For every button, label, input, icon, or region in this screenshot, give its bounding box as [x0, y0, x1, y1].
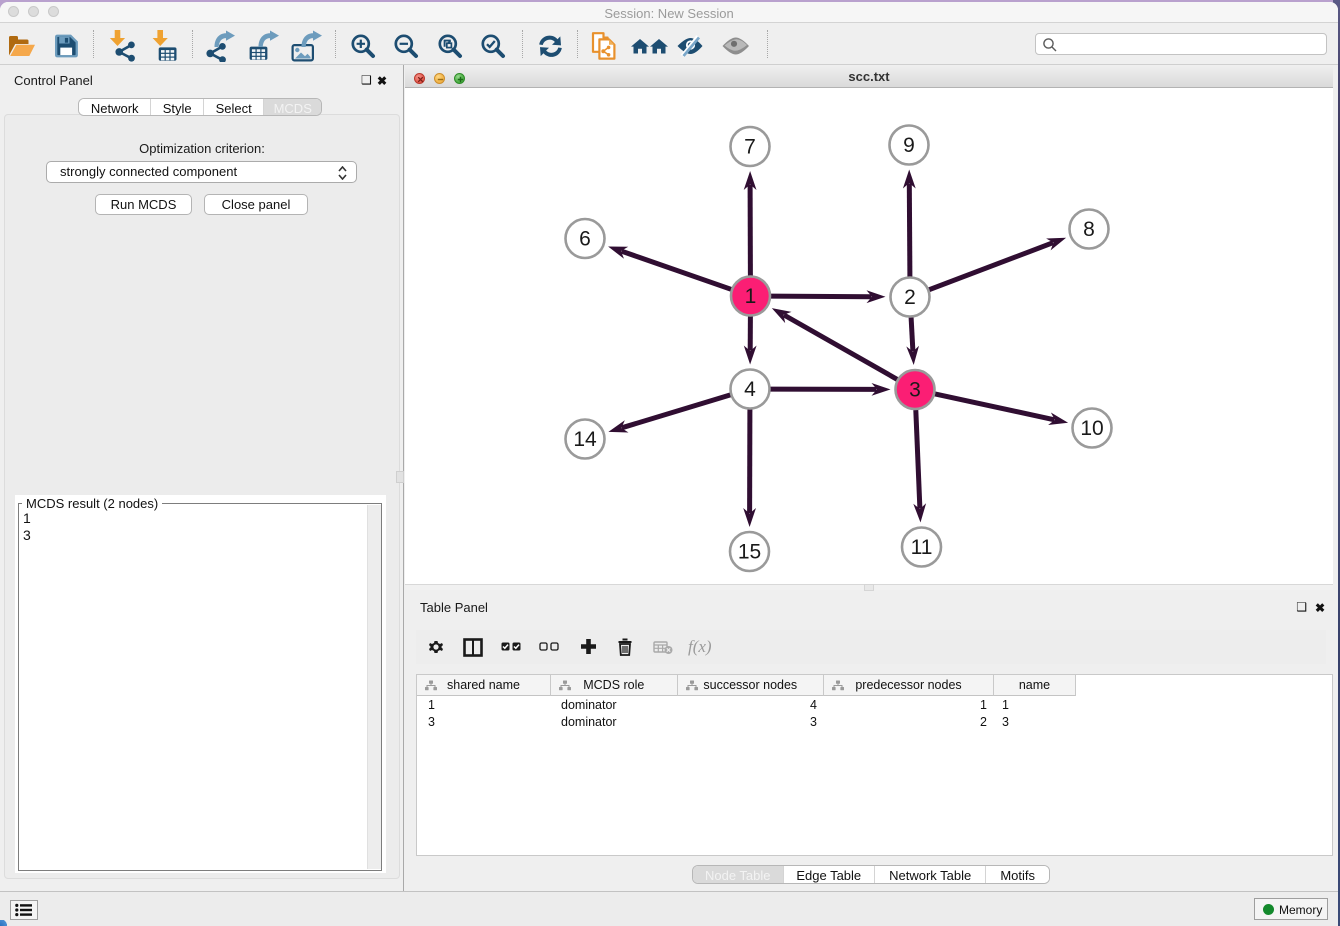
svg-text:3: 3: [909, 379, 921, 402]
svg-text:f(x): f(x): [688, 637, 712, 656]
svg-text:10: 10: [1080, 417, 1103, 440]
svg-text:11: 11: [911, 536, 933, 559]
svg-text:15: 15: [738, 541, 761, 564]
svg-text:6: 6: [579, 228, 591, 251]
svg-text:2: 2: [904, 286, 916, 309]
svg-text:9: 9: [903, 134, 915, 157]
svg-text:1: 1: [745, 285, 757, 308]
svg-text:14: 14: [573, 428, 597, 451]
svg-text:4: 4: [744, 378, 756, 401]
svg-text:8: 8: [1083, 218, 1095, 241]
svg-text:7: 7: [744, 136, 756, 159]
